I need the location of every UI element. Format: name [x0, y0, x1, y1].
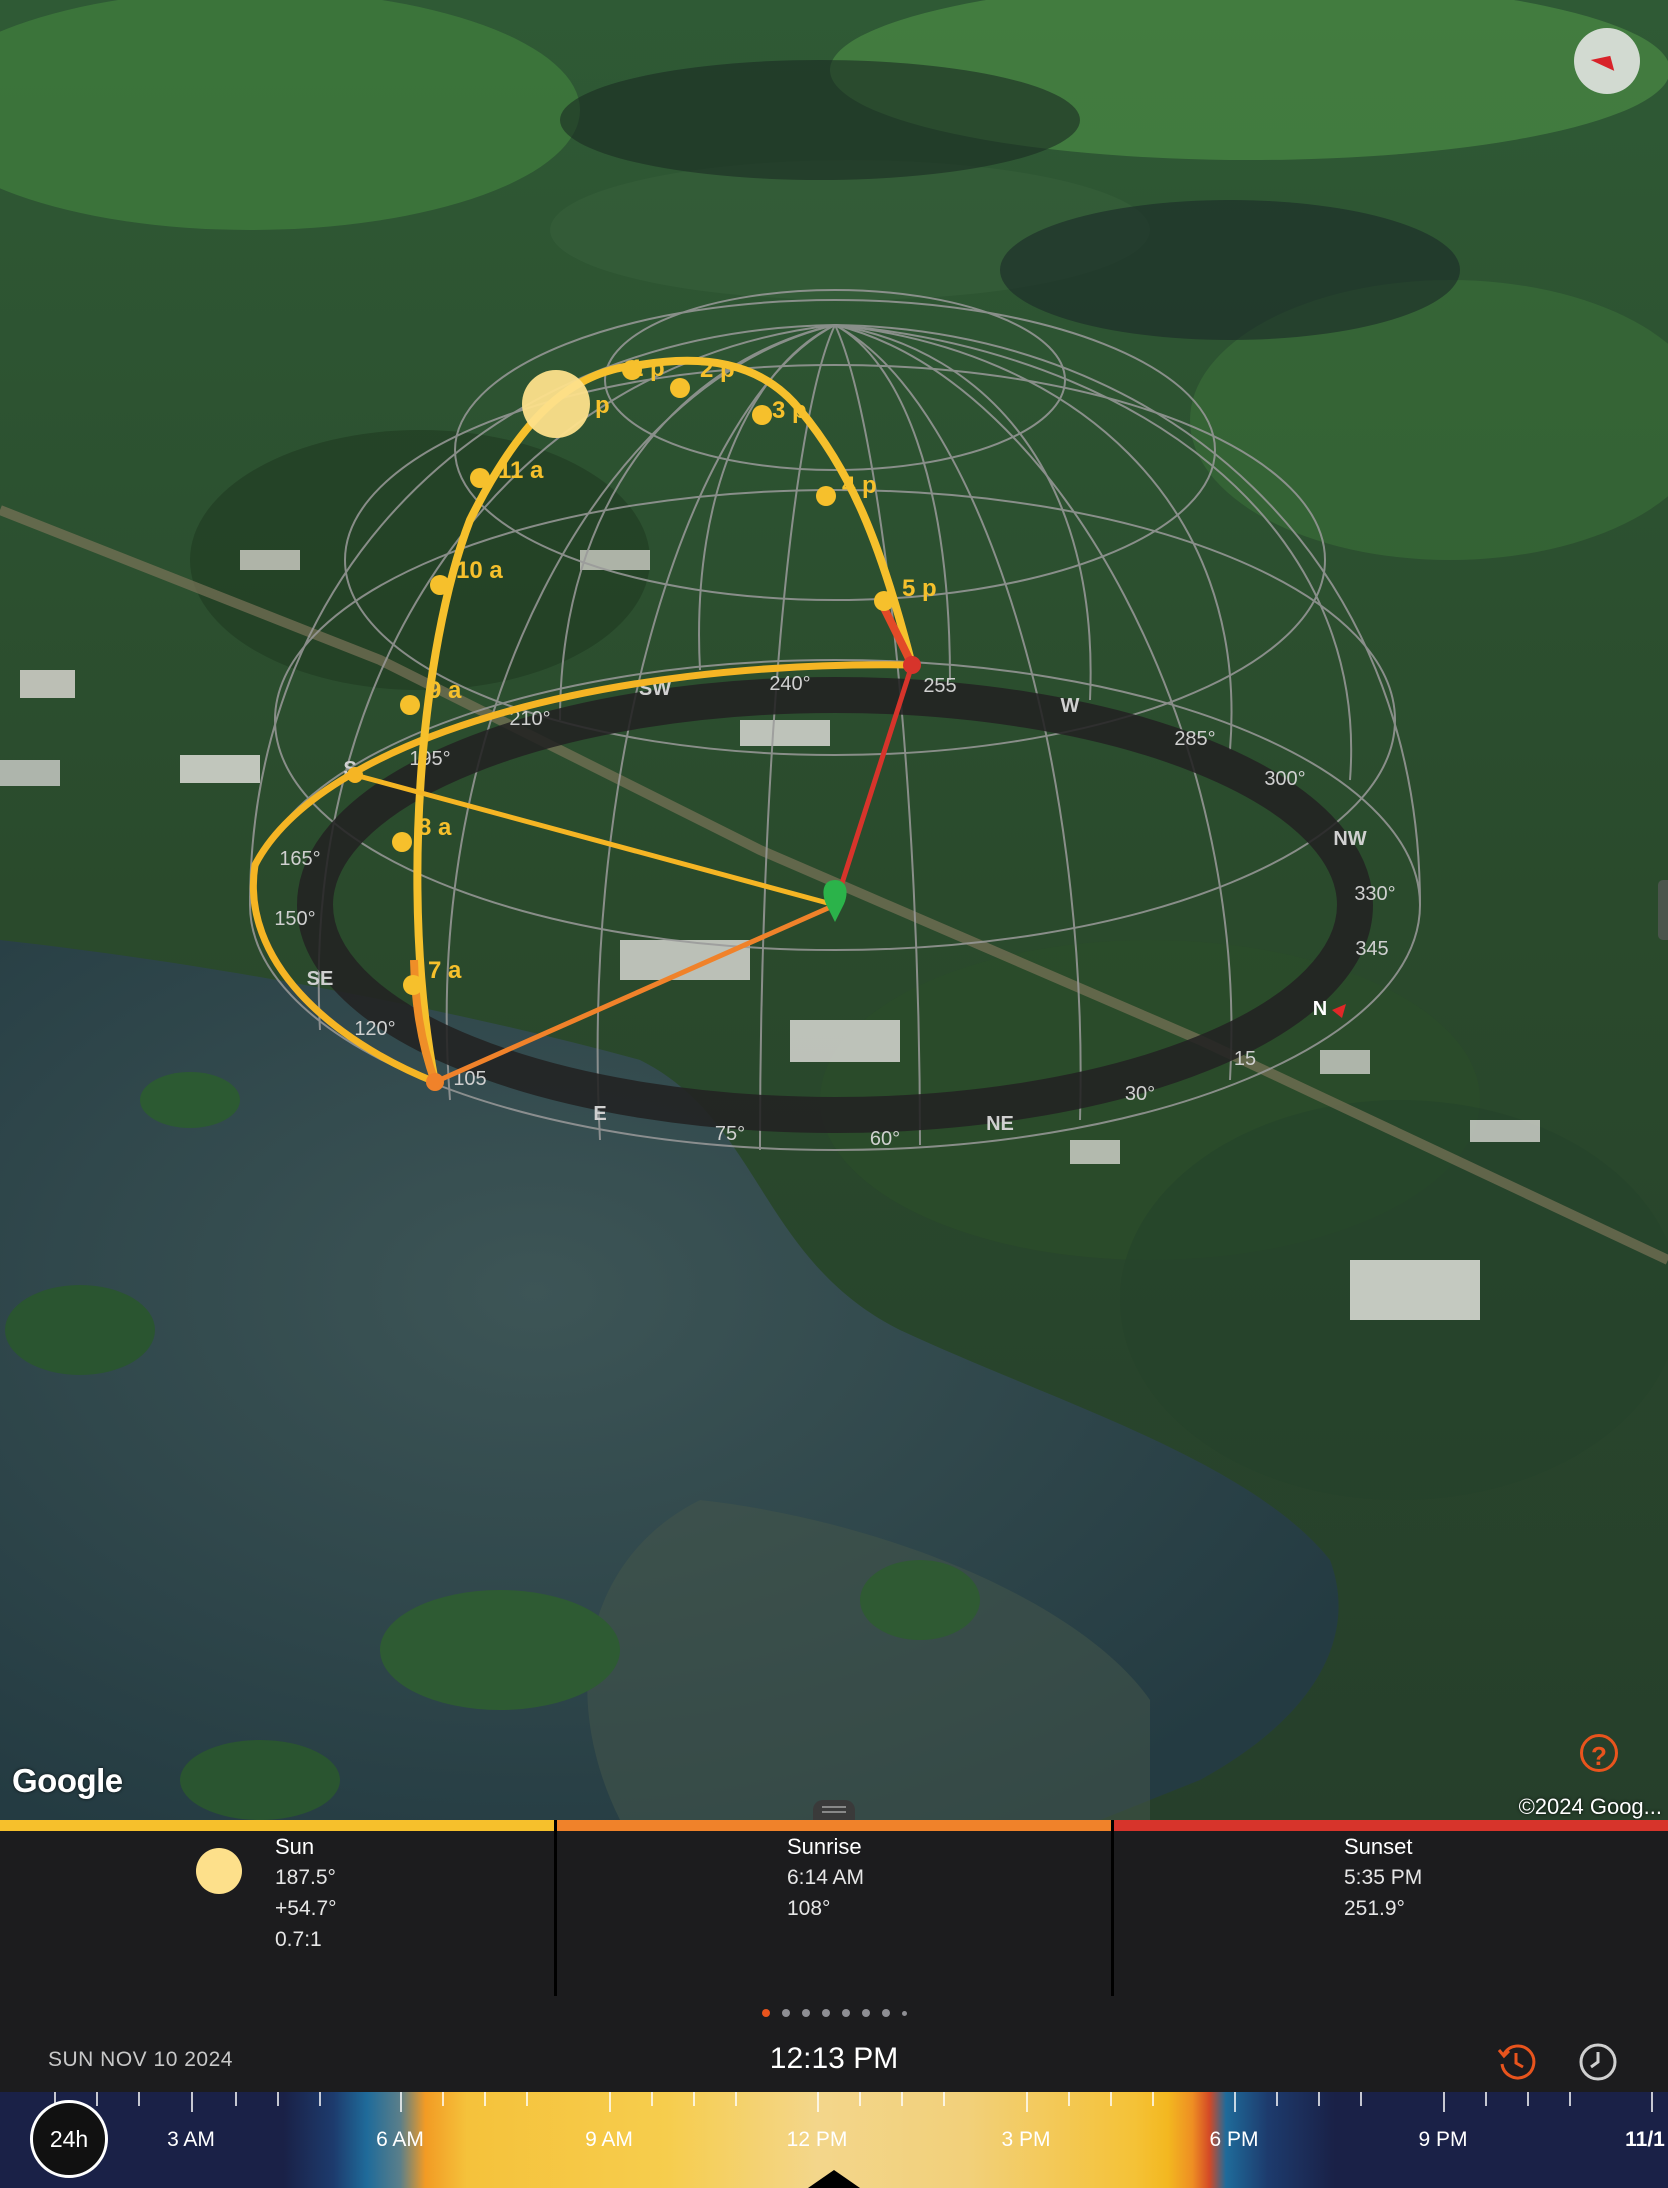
svg-text:11 a: 11 a — [498, 457, 544, 484]
sunrise-color-bar — [557, 1820, 1111, 1831]
svg-text:2 p: 2 p — [700, 356, 735, 383]
svg-text:W: W — [1061, 695, 1080, 717]
google-logo: Google — [12, 1762, 123, 1799]
sun-info[interactable]: Sun 187.5° +54.7° 0.7:1 — [275, 1831, 337, 1996]
svg-text:120°: 120° — [354, 1018, 395, 1040]
current-sun-position — [522, 370, 590, 438]
side-panel-handle[interactable] — [1658, 880, 1668, 940]
page-dot[interactable] — [841, 2009, 850, 2017]
timeline-label: 3 PM — [1001, 2128, 1051, 2151]
page-dot[interactable] — [901, 2010, 907, 2016]
svg-text:330°: 330° — [1354, 883, 1395, 905]
svg-text:30°: 30° — [1125, 1083, 1155, 1105]
page-dot[interactable] — [821, 2009, 830, 2017]
current-time[interactable]: 12:13 PM — [0, 2042, 1668, 2076]
info-panel: Sun 187.5° +54.7° 0.7:1 Sunrise 6:14 AM … — [0, 1820, 1668, 1996]
svg-text:10 a: 10 a — [456, 557, 503, 584]
svg-text:E: E — [593, 1103, 606, 1125]
svg-text:N: N — [1313, 998, 1327, 1020]
24h-toggle-button[interactable]: 24h — [30, 2100, 108, 2178]
time-bar: SUN NOV 10 2024 12:13 PM — [0, 2030, 1668, 2092]
svg-text:7 a: 7 a — [428, 957, 462, 984]
north-marker — [1332, 1004, 1346, 1018]
page-dot[interactable] — [801, 2009, 810, 2017]
panel-divider — [1111, 1820, 1114, 1996]
sunrise-azimuth: 108° — [787, 1897, 831, 1920]
timeline-pointer-bottom — [808, 2170, 860, 2188]
clock-icon[interactable] — [1578, 2042, 1618, 2082]
sun-title: Sun — [275, 1834, 315, 1859]
timeline-label: 3 AM — [167, 2128, 215, 2151]
svg-text:15: 15 — [1234, 1048, 1256, 1070]
timeline-label: 6 AM — [376, 2128, 424, 2151]
sun-icon — [196, 1848, 242, 1894]
svg-text:p: p — [595, 392, 610, 419]
panel-divider — [554, 1820, 557, 1996]
sunrise-time: 6:14 AM — [787, 1866, 865, 1889]
svg-text:345: 345 — [1355, 938, 1388, 960]
sunrise-line — [433, 902, 837, 1085]
compass-button[interactable] — [1574, 28, 1640, 94]
sun-azimuth: 187.5° — [275, 1866, 336, 1889]
page-indicator[interactable] — [0, 1996, 1668, 2030]
history-clock-icon[interactable] — [1496, 2042, 1536, 2082]
page-dot[interactable] — [781, 2009, 790, 2017]
timeline-label: 12 PM — [786, 2128, 848, 2151]
svg-text:165°: 165° — [279, 848, 320, 870]
timeline-label: 6 PM — [1209, 2128, 1259, 2151]
sunset-color-bar — [1114, 1820, 1668, 1831]
svg-text:3 p: 3 p — [772, 397, 807, 424]
svg-text:240°: 240° — [769, 673, 810, 695]
sunset-title: Sunset — [1344, 1834, 1413, 1859]
svg-text:285°: 285° — [1174, 728, 1215, 750]
svg-text:255: 255 — [923, 675, 956, 697]
sunset-time: 5:35 PM — [1344, 1866, 1423, 1889]
sunrise-title: Sunrise — [787, 1834, 862, 1859]
svg-text:300°: 300° — [1264, 768, 1305, 790]
page-dot[interactable] — [881, 2009, 890, 2017]
compass-needle-icon — [1590, 49, 1620, 71]
map-copyright[interactable]: ©2024 Goog... — [1519, 1794, 1662, 1820]
svg-text:150°: 150° — [274, 908, 315, 930]
sunset-azimuth: 251.9° — [1344, 1897, 1405, 1920]
sunrise-info[interactable]: Sunrise 6:14 AM 108° — [787, 1831, 864, 1996]
sun-elevation: +54.7° — [275, 1897, 337, 1920]
timeline-label: 9 PM — [1418, 2128, 1468, 2151]
svg-text:SE: SE — [307, 968, 334, 990]
panel-drag-handle[interactable] — [813, 1800, 855, 1820]
svg-text:5 p: 5 p — [902, 575, 937, 602]
svg-text:NE: NE — [986, 1113, 1014, 1135]
sun-path-overlay: 240° 255 W 285° 300° NW 330° 345 N 15 30… — [249, 289, 1421, 1151]
satellite-map[interactable]: 240° 255 W 285° 300° NW 330° 345 N 15 30… — [0, 0, 1668, 1820]
svg-text:60°: 60° — [870, 1128, 900, 1150]
page-dot[interactable] — [761, 2009, 770, 2017]
svg-text:195°: 195° — [409, 748, 450, 770]
svg-text:4 p: 4 p — [842, 472, 877, 499]
svg-text:NW: NW — [1333, 828, 1366, 850]
help-button[interactable]: ? — [1580, 1734, 1618, 1772]
svg-text:9 a: 9 a — [428, 677, 462, 704]
timeline-label: 9 AM — [585, 2128, 633, 2151]
svg-text:75°: 75° — [715, 1123, 745, 1145]
timeline-label: 11/1 — [1625, 2128, 1665, 2151]
svg-text:8 a: 8 a — [418, 814, 452, 841]
page-dot[interactable] — [861, 2009, 870, 2017]
svg-text:1 p: 1 p — [630, 355, 665, 382]
location-pin — [823, 880, 847, 922]
sun-color-bar — [0, 1820, 554, 1831]
sunset-info[interactable]: Sunset 5:35 PM 251.9° — [1344, 1831, 1422, 1996]
sun-shadow-ratio: 0.7:1 — [275, 1928, 322, 1951]
